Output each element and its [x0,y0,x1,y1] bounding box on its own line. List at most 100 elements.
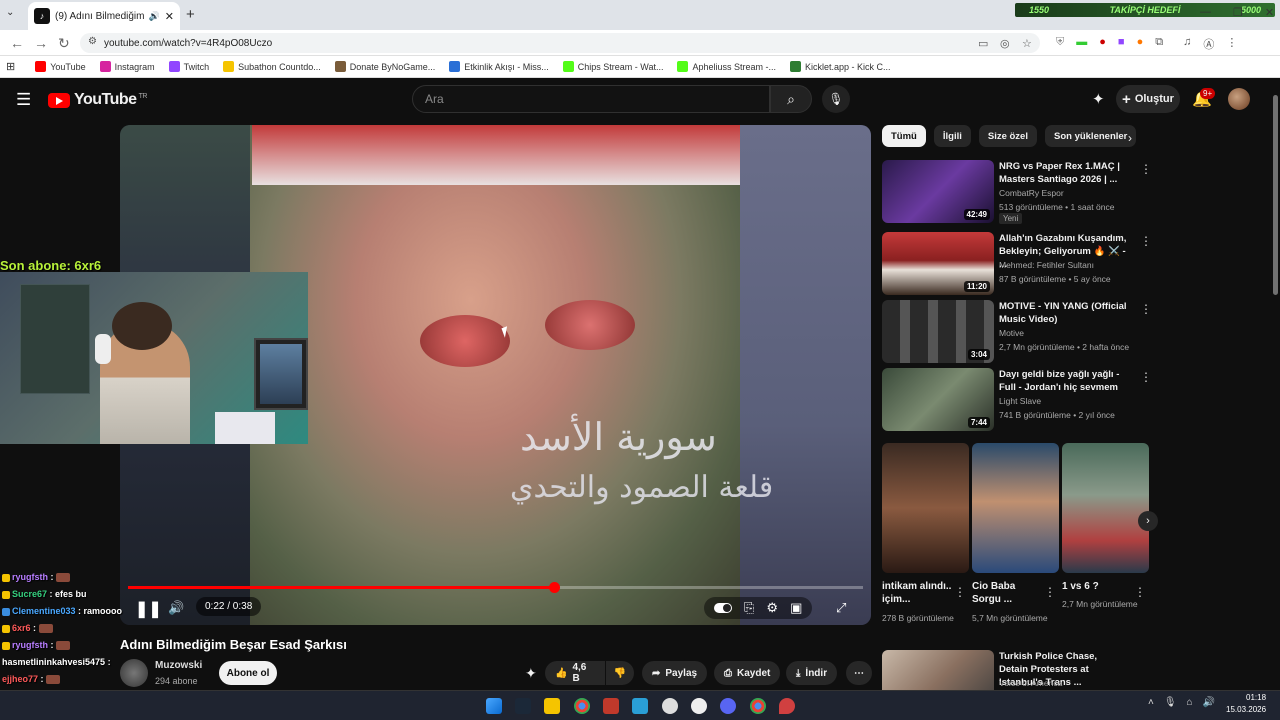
shorts-next-icon[interactable]: › [1138,511,1158,531]
extension-orange-icon[interactable]: ● [1137,36,1144,52]
url-field[interactable]: ⚙ youtube.com/watch?v=4R4pO08Uczo ▭ ◎ ☆ [80,33,1040,53]
scrollbar-thumb[interactable] [1273,95,1278,295]
download-button[interactable]: ⤓ İndir [786,661,838,685]
subscribe-button[interactable]: Abone ol [219,661,277,685]
bookmark-star-icon[interactable]: ☆ [1022,37,1032,50]
minimize-icon[interactable]: — [1200,6,1211,19]
fullscreen-icon[interactable]: ⤢ [836,600,846,616]
autoplay-toggle[interactable] [714,603,732,613]
app-icon[interactable] [603,698,619,714]
steam-icon[interactable] [515,698,531,714]
start-windows-icon[interactable] [486,698,502,714]
create-button[interactable]: + Oluştur [1116,85,1180,113]
bookmark-kicklet[interactable]: Kicklet.app - Kick C... [790,61,891,72]
bookmark-instagram[interactable]: Instagram [99,61,155,72]
tray-expand-icon[interactable]: ˄ [1148,697,1154,708]
hide-icon[interactable]: ◎ [1000,37,1010,50]
extension-twitch-icon[interactable]: ■ [1118,36,1125,52]
close-window-icon[interactable]: ✕ [1265,6,1274,19]
audio-icon[interactable]: 🔊 [149,11,160,22]
more-icon[interactable]: ⋮ [1140,302,1152,316]
search-input[interactable]: Ara [412,85,770,113]
chips-next-icon[interactable]: › [1128,131,1132,145]
bookmark-chips[interactable]: Chips Stream - Wat... [562,61,663,72]
channel-avatar[interactable] [120,659,148,687]
short-title[interactable]: 1 vs 6 ? [1062,580,1132,593]
browser-tab[interactable]: ♪ (9) Adını Bilmediğim Beşar 🔊 ✕ [28,2,180,30]
tab-search-icon[interactable]: ⌄ [6,7,14,18]
more-icon[interactable]: ⋮ [954,585,966,599]
extension-green-icon[interactable]: ▬ [1076,36,1087,52]
save-button[interactable]: ⎙ Kaydet [714,661,781,685]
search-button[interactable]: ⌕ [770,85,812,113]
more-icon[interactable]: ⋮ [1044,585,1056,599]
app-icon[interactable] [779,698,795,714]
new-tab-button[interactable]: + [186,6,195,23]
chip-for-you[interactable]: Size özel [978,125,1037,147]
close-tab-icon[interactable]: ✕ [165,10,174,23]
forward-icon[interactable]: → [34,35,48,51]
pause-button[interactable]: ❚❚ [135,599,162,619]
reload-icon[interactable]: ↻ [58,35,70,52]
network-icon[interactable]: ⌂ [1187,697,1193,708]
premium-sparkle-icon[interactable]: ✦ [1092,90,1105,108]
youtube-logo[interactable]: YouTube TR [48,91,147,109]
back-icon[interactable]: ← [10,35,24,51]
more-actions-button[interactable]: ⋯ [846,661,872,685]
progress-bar[interactable] [128,582,863,593]
extension-shield-icon[interactable]: ⛨ [1056,36,1064,52]
extensions-puzzle-icon[interactable]: ⧉ [1155,36,1163,52]
like-button[interactable]: 👍 4,6 B [545,661,605,685]
more-icon[interactable]: ⋮ [1134,585,1146,599]
file-explorer-icon[interactable] [544,698,560,714]
apps-grid-icon[interactable]: ⊞ [6,60,15,73]
app-icon[interactable] [632,698,648,714]
hamburger-menu-icon[interactable]: ☰ [16,90,31,110]
recommendation-item[interactable]: 3:04 MOTIVE - YIN YANG (Official Music V… [882,300,1152,364]
chrome-icon[interactable] [750,698,766,714]
short-thumbnail[interactable] [972,443,1059,573]
dislike-button[interactable]: 👎 [606,661,634,685]
obs-icon[interactable] [662,698,678,714]
bookmark-subathon[interactable]: Subathon Countdo... [223,61,321,72]
recommendation-item[interactable]: 42:49 NRG vs Paper Rex 1.MAÇ | Masters S… [882,160,1152,224]
short-thumbnail[interactable] [1062,443,1149,573]
more-icon[interactable]: ⋮ [1140,370,1152,384]
app-icon[interactable] [691,698,707,714]
volume-icon[interactable]: 🔊 [1203,697,1215,708]
restore-icon[interactable]: ❐ [1233,6,1243,19]
chrome-icon[interactable] [574,698,590,714]
chip-recent[interactable]: Son yüklenenler [1044,125,1137,147]
discord-icon[interactable] [720,698,736,714]
short-thumbnail[interactable] [882,443,969,573]
browser-menu-icon[interactable]: ⋮ [1226,36,1237,52]
account-avatar[interactable] [1228,88,1250,110]
extension-opera-icon[interactable]: ● [1099,36,1106,52]
taskbar-clock[interactable]: 01:18 15.03.2026 [1226,692,1266,716]
recommendation-item[interactable]: 11:20 Allah'ın Gazabını Kuşandım, Bekley… [882,232,1152,296]
recommendation-item[interactable]: Turkish Police Chase, Detain Protesters … [882,650,1142,690]
more-icon[interactable]: ⋮ [1140,234,1152,248]
bookmark-twitch[interactable]: Twitch [168,61,209,72]
channel-name[interactable]: Muzowski [155,660,202,671]
more-icon[interactable]: ⋮ [1140,652,1142,666]
bookmark-youtube[interactable]: YouTube [35,61,86,72]
voice-search-button[interactable]: 🎙 [822,85,850,113]
media-icon[interactable]: ♫ [1183,36,1191,52]
premium-sparkle-action-icon[interactable]: ✦ [525,665,537,682]
profile-icon[interactable]: Ⓐ [1203,36,1214,52]
miniplayer-icon[interactable]: ▣ [790,600,802,616]
cast-icon[interactable]: ▭ [978,37,988,50]
chip-all[interactable]: Tümü [882,125,926,147]
site-info-icon[interactable]: ⚙ [88,36,97,47]
scrubber-handle[interactable] [548,582,560,593]
captions-icon[interactable]: ⎘ [744,600,754,616]
volume-icon[interactable]: 🔊 [168,600,184,616]
share-button[interactable]: ➦ Paylaş [642,661,708,685]
recommendation-item[interactable]: 7:44 Dayı geldi bize yağlı yağlı - Full … [882,368,1152,432]
chip-related[interactable]: İlgili [933,125,971,147]
more-icon[interactable]: ⋮ [1140,162,1152,176]
mic-icon[interactable]: 🎙 [1164,697,1177,708]
bookmark-apheliuss[interactable]: Apheliuss Stream -... [677,61,776,72]
bookmark-etkinlik[interactable]: Etkinlik Akışı - Miss... [449,61,549,72]
